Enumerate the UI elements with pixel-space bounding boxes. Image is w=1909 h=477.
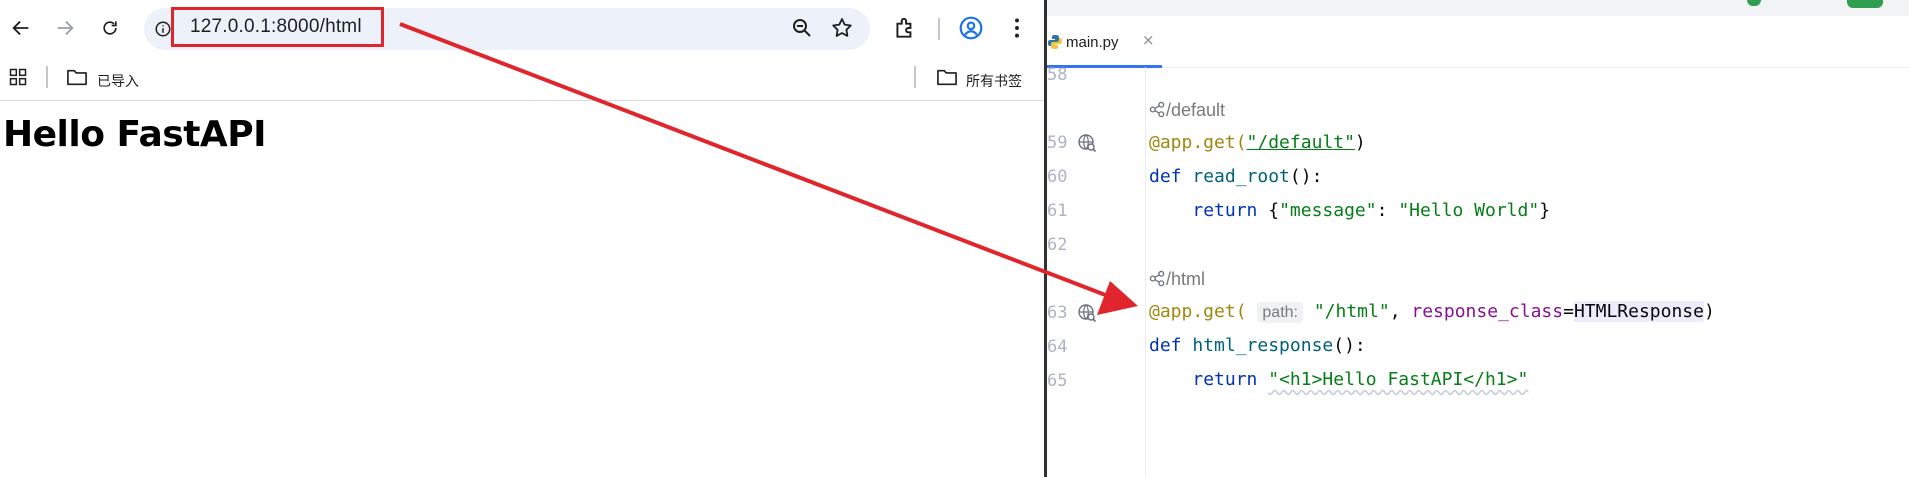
line-number: 63: [1047, 303, 1068, 323]
decorator: @app.get(: [1149, 132, 1247, 153]
code-line-61[interactable]: return {"message": "Hello World"}: [1149, 200, 1550, 221]
folder-icon: [937, 69, 957, 86]
share-nodes-icon: [1149, 270, 1165, 287]
keyword-def: def: [1149, 166, 1182, 187]
bookmark-label: 所有书签: [966, 73, 1022, 89]
forward-button[interactable]: [51, 14, 79, 42]
paren: ): [1703, 301, 1715, 322]
star-icon[interactable]: [830, 16, 854, 40]
dict-key: "message": [1279, 200, 1377, 221]
paren: ():: [1333, 335, 1366, 356]
gutter-separator: [1145, 67, 1146, 477]
apps-grid-icon[interactable]: [8, 67, 28, 87]
code-line-59[interactable]: @app.get("/default"): [1149, 132, 1366, 153]
status-dot: [1747, 0, 1761, 6]
line-number: 62: [1047, 235, 1068, 255]
function-name: read_root: [1192, 166, 1290, 187]
paren: ():: [1289, 166, 1323, 187]
ide-title-strip: [1047, 0, 1909, 16]
keyword-return: return: [1192, 369, 1258, 390]
line-number: 58: [1047, 65, 1068, 85]
line-number: 61: [1047, 201, 1068, 221]
endpoint-hint-default[interactable]: /default: [1149, 99, 1225, 121]
reload-icon: [103, 21, 117, 35]
keyword-return: return: [1192, 200, 1258, 221]
endpoint-globe-icon[interactable]: [1077, 303, 1097, 323]
route-string[interactable]: "/default": [1247, 132, 1355, 153]
zoom-icon[interactable]: [790, 16, 814, 40]
folder-icon: [67, 69, 87, 86]
profile-icon[interactable]: [958, 15, 984, 41]
arrow-left-icon: [12, 20, 29, 36]
colon: :: [1376, 200, 1399, 221]
all-bookmarks-folder[interactable]: 所有书签: [936, 64, 1036, 92]
url-highlight-box: [171, 7, 384, 47]
arrow-right-icon: [57, 20, 74, 36]
ide-window: main.py × 58 59 60 61 62 63 64 65 /defau…: [1044, 0, 1909, 477]
code-line-65[interactable]: return "<h1>Hello FastAPI</h1>": [1149, 369, 1528, 390]
route-string[interactable]: "/html": [1314, 301, 1390, 322]
browser-window: 127.0.0.1:8000/html 已导入 所有书签 Hello FastA…: [0, 0, 1044, 477]
menu-kebab-icon[interactable]: [1004, 15, 1030, 41]
browser-toolbar: 127.0.0.1:8000/html: [0, 0, 1044, 56]
equals: =: [1563, 301, 1574, 322]
function-name: html_response: [1192, 335, 1334, 356]
run-widget[interactable]: [1847, 0, 1883, 8]
endpoint-hint-html[interactable]: /html: [1149, 268, 1205, 290]
paren: ): [1354, 132, 1366, 153]
code-line-60[interactable]: def read_root():: [1149, 166, 1322, 187]
line-number: 60: [1047, 167, 1068, 187]
line-number: 65: [1047, 371, 1068, 391]
endpoint-path: /default: [1166, 100, 1226, 120]
tab-label: main.py: [1066, 34, 1119, 51]
endpoint-globe-icon[interactable]: [1077, 133, 1097, 153]
bookmark-label: 已导入: [97, 73, 139, 89]
tab-close-icon[interactable]: ×: [1142, 31, 1155, 49]
code-line-64[interactable]: def html_response():: [1149, 335, 1366, 356]
bookmark-folder-imported[interactable]: 已导入: [66, 64, 156, 92]
line-number: 59: [1047, 133, 1068, 153]
site-info-icon[interactable]: [154, 20, 172, 38]
page-heading: Hello FastAPI: [3, 114, 267, 155]
bookmarks-divider: [46, 66, 48, 88]
bookmarks-divider: [914, 66, 916, 88]
share-nodes-icon: [1149, 101, 1165, 118]
endpoint-path: /html: [1166, 269, 1206, 289]
bookmarks-bar: 已导入 所有书签: [0, 58, 1044, 101]
back-button[interactable]: [7, 14, 35, 42]
line-number: 64: [1047, 337, 1068, 357]
html-string: "<h1>Hello FastAPI</h1>": [1268, 369, 1529, 390]
brace: }: [1539, 200, 1551, 221]
brace: {: [1268, 200, 1280, 221]
decorator: @app.get(: [1149, 301, 1247, 322]
extensions-icon[interactable]: [892, 15, 918, 41]
reload-button[interactable]: [96, 14, 124, 42]
comma: ,: [1389, 301, 1412, 322]
code-line-63[interactable]: @app.get( path: "/html", response_class=…: [1149, 301, 1715, 323]
tab-main-py[interactable]: main.py ×: [1047, 16, 1162, 68]
editor-tab-bar: main.py ×: [1047, 16, 1909, 68]
class-name[interactable]: HTMLResponse: [1573, 301, 1704, 322]
python-file-icon: [1048, 35, 1062, 49]
parameter-inlay-hint: path:: [1257, 302, 1303, 323]
keyword-argument: response_class: [1411, 301, 1564, 322]
dict-value: "Hello World": [1398, 200, 1540, 221]
keyword-def: def: [1149, 335, 1182, 356]
toolbar-divider: [938, 18, 940, 40]
